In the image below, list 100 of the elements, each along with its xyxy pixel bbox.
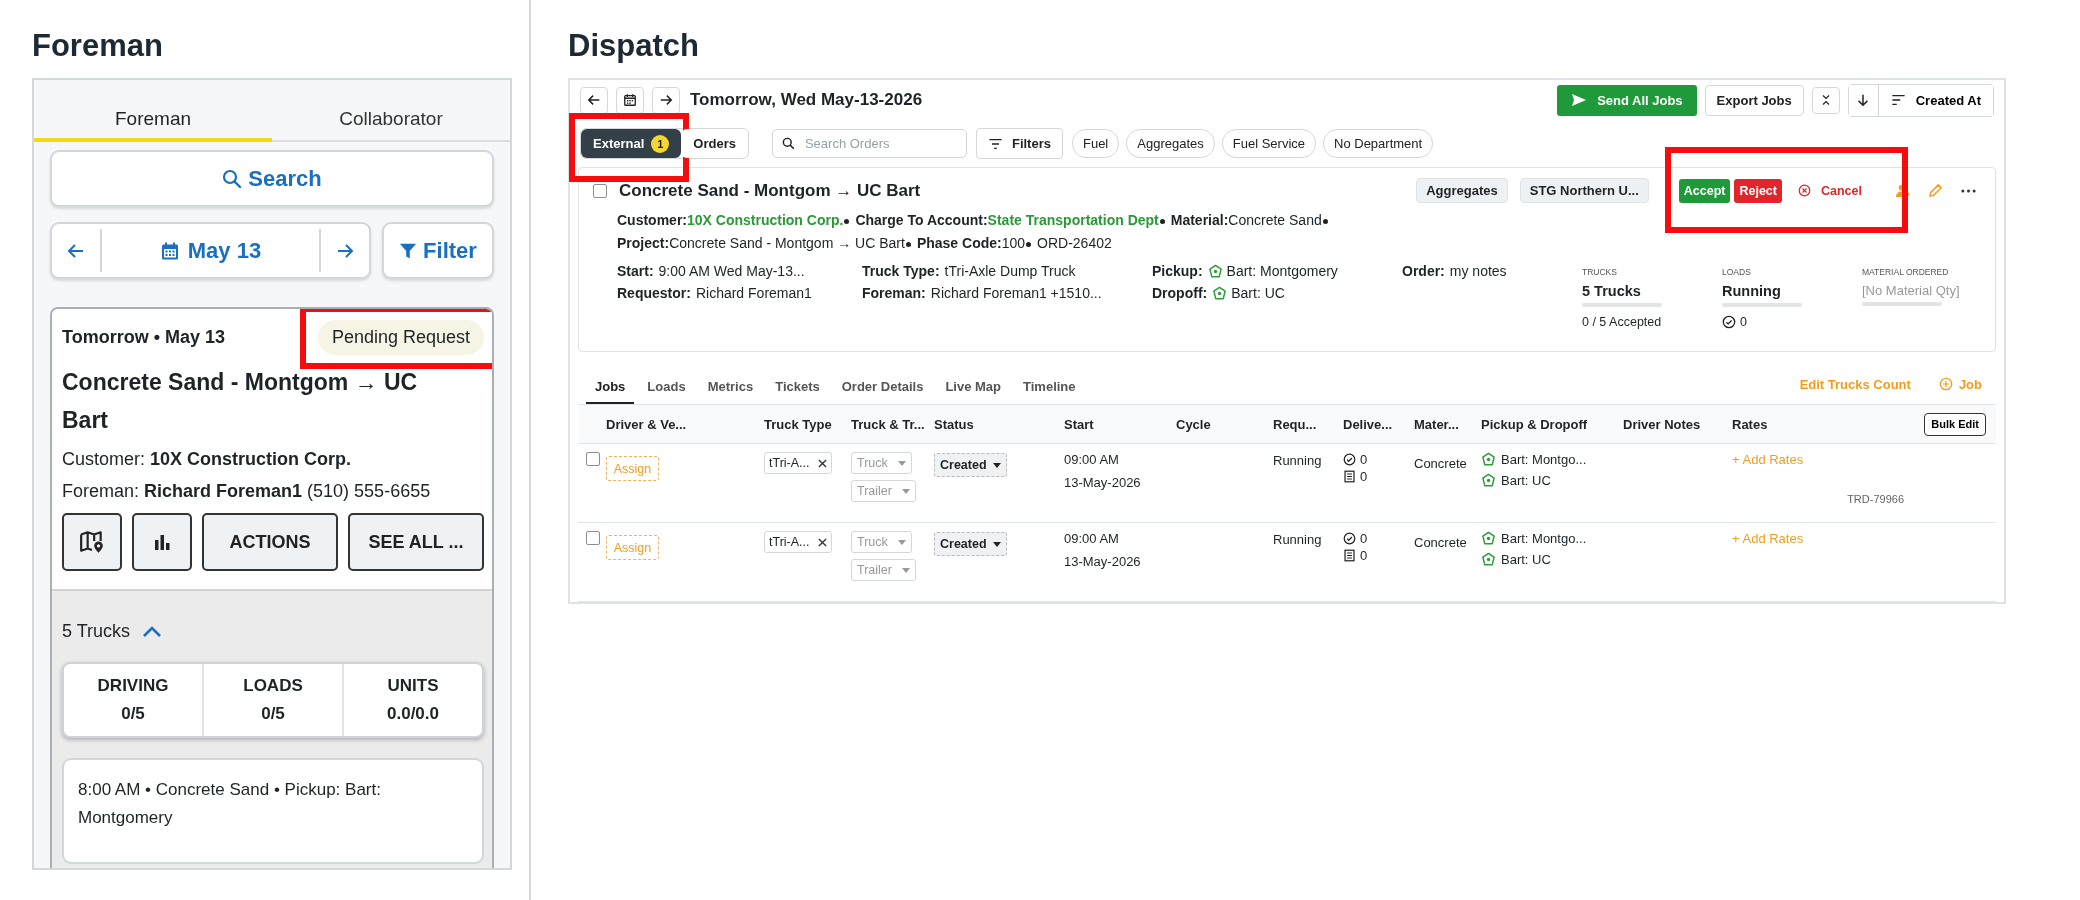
tag: Aggregates bbox=[1416, 178, 1508, 203]
collapse-all-button[interactable] bbox=[1811, 86, 1840, 114]
more-icon bbox=[1961, 188, 1976, 193]
cancel-button[interactable]: Cancel bbox=[1792, 182, 1868, 199]
arrow-left-icon bbox=[587, 93, 601, 107]
map-button[interactable] bbox=[62, 513, 122, 571]
checkbox[interactable] bbox=[586, 452, 600, 466]
caret-icon bbox=[897, 539, 906, 545]
department-chip[interactable]: Fuel Service bbox=[1221, 129, 1316, 158]
calendar-icon bbox=[623, 93, 637, 107]
stat-label: LOADS bbox=[243, 676, 303, 696]
bar-chart-icon bbox=[152, 532, 172, 552]
delivered-tickets: 0 bbox=[1343, 469, 1414, 484]
check-circle-icon bbox=[1343, 532, 1356, 545]
tab[interactable]: Timeline bbox=[1014, 373, 1085, 404]
sort-icon bbox=[1890, 93, 1906, 107]
calendar-button[interactable] bbox=[616, 86, 644, 114]
tab[interactable]: Live Map bbox=[936, 373, 1011, 404]
caret-icon bbox=[901, 567, 910, 573]
stat-note: 0 / 5 Accepted bbox=[1582, 315, 1663, 329]
caret-icon bbox=[901, 488, 910, 494]
date-button[interactable]: May 13 bbox=[100, 229, 321, 272]
tab[interactable]: Loads bbox=[638, 373, 695, 404]
sort-direction-button[interactable] bbox=[1848, 84, 1879, 116]
actions-button[interactable]: ACTIONS bbox=[202, 513, 338, 571]
column-header: Requ... bbox=[1273, 416, 1318, 432]
checkbox[interactable] bbox=[593, 183, 607, 198]
view-tab[interactable]: External 1 bbox=[581, 129, 682, 158]
send-all-jobs-button[interactable]: Send All Jobs bbox=[1557, 84, 1697, 116]
tab[interactable]: Collaborator bbox=[272, 98, 510, 142]
calendar-icon bbox=[159, 240, 180, 261]
table-cell-text: Running bbox=[1273, 452, 1323, 468]
funnel-icon bbox=[399, 241, 418, 260]
column-header: Pickup & Dropoff bbox=[1481, 416, 1589, 432]
arrow-right-icon bbox=[659, 93, 673, 107]
search-button[interactable]: Search bbox=[50, 150, 494, 207]
truck-entry[interactable]: 8:00 AM • Concrete Sand • Pickup: Bart: Montgomery bbox=[62, 758, 484, 864]
bulk-edit-button[interactable]: Bulk Edit bbox=[1924, 412, 1986, 436]
tab[interactable]: Order Details bbox=[832, 373, 933, 404]
stat-value: 0/5 bbox=[121, 704, 145, 724]
start-date: 13-May-2026 bbox=[1064, 475, 1142, 490]
clear-icon bbox=[817, 537, 827, 547]
location-pin-icon bbox=[1212, 285, 1228, 301]
accept-button[interactable]: Accept bbox=[1678, 178, 1731, 203]
see-all-button[interactable]: SEE ALL ... bbox=[348, 513, 484, 571]
pencil-icon bbox=[1928, 183, 1943, 198]
date-title: Tomorrow, Wed May-13-2026 bbox=[690, 90, 923, 110]
account-link[interactable]: 10X Construction Corp. bbox=[687, 212, 844, 228]
start-date: 13-May-2026 bbox=[1064, 554, 1142, 569]
checkbox[interactable] bbox=[586, 531, 600, 545]
stat-note: 0 bbox=[1722, 315, 1840, 329]
chart-button[interactable] bbox=[132, 513, 192, 571]
tag: STG Northern U... bbox=[1519, 178, 1649, 203]
search-field[interactable]: Search Orders bbox=[771, 129, 967, 158]
status-select[interactable]: Created bbox=[934, 453, 1007, 477]
cancel-icon bbox=[1798, 184, 1811, 197]
department-chip[interactable]: Aggregates bbox=[1126, 129, 1215, 158]
start-time: 09:00 AM bbox=[1064, 531, 1120, 546]
truck-type-field[interactable]: tTri-A... bbox=[764, 452, 832, 474]
search-icon bbox=[222, 168, 243, 189]
tab[interactable]: Tickets bbox=[766, 373, 829, 404]
stat-label: MATERIAL ORDERED bbox=[1862, 267, 1950, 277]
department-chip[interactable]: Fuel bbox=[1071, 129, 1120, 158]
stat-value: 5 Trucks bbox=[1582, 283, 1642, 299]
location-pin-icon bbox=[1481, 473, 1496, 488]
account-link[interactable]: State Transportation Dept bbox=[987, 212, 1159, 228]
previous-day-button[interactable] bbox=[580, 86, 608, 114]
department-chip[interactable]: No Department bbox=[1323, 129, 1434, 158]
chevron-up-icon bbox=[142, 625, 163, 638]
section-heading: Dispatch bbox=[568, 28, 700, 64]
status-select[interactable]: Created bbox=[934, 532, 1007, 556]
table-cell-text: Running bbox=[1273, 531, 1323, 547]
column-header: Driver Notes bbox=[1623, 416, 1702, 432]
filters-button[interactable]: Filters bbox=[975, 128, 1063, 159]
filter-button[interactable]: Filter bbox=[382, 222, 494, 279]
info-field: Dropoff: Bart: UC bbox=[1152, 285, 1402, 301]
customer-text: Customer: 10X Construction Corp. bbox=[62, 448, 353, 471]
info-field: Order: my notes bbox=[1402, 263, 1582, 279]
info-field: Truck Type: tTri-Axle Dump Truck bbox=[862, 263, 1152, 279]
info-field: Pickup: Bart: Montgomery bbox=[1152, 263, 1402, 279]
stat-label: UNITS bbox=[387, 676, 439, 696]
caret-icon bbox=[992, 462, 1001, 468]
view-tab[interactable]: Orders bbox=[681, 129, 748, 158]
reject-button[interactable]: Reject bbox=[1734, 178, 1782, 203]
job-date: Tomorrow • May 13 bbox=[62, 326, 225, 348]
tab[interactable]: Metrics bbox=[698, 373, 763, 404]
tab[interactable]: Foreman bbox=[34, 98, 272, 142]
dropoff-location: Bart: UC bbox=[1481, 473, 1623, 488]
export-jobs-button[interactable]: Export Jobs bbox=[1704, 84, 1804, 116]
job-id: TRD-79966 bbox=[1847, 493, 1904, 505]
order-title: Concrete Sand - Montgom → UC Bart bbox=[619, 180, 921, 201]
stat-value: [No Material Qty] bbox=[1862, 283, 1961, 298]
location-pin-icon bbox=[1481, 531, 1496, 546]
truck-type-field[interactable]: tTri-A... bbox=[764, 531, 832, 553]
column-header: Status bbox=[934, 416, 975, 432]
next-day-button[interactable] bbox=[652, 86, 680, 114]
stat-label: DRIVING bbox=[97, 676, 169, 696]
trucks-count: 5 Trucks bbox=[62, 621, 131, 642]
delivered-loads: 0 bbox=[1343, 452, 1414, 467]
delivered-tickets: 0 bbox=[1343, 548, 1414, 563]
